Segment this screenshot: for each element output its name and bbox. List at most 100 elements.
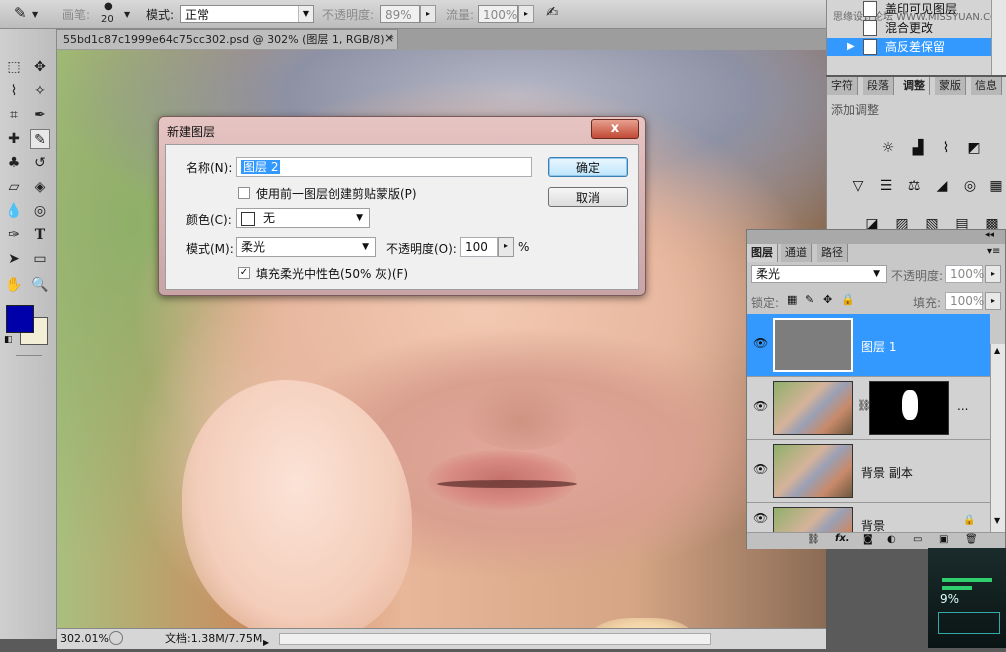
- eyedropper-icon[interactable]: ✒: [30, 105, 50, 125]
- brush-icon[interactable]: ✎: [30, 129, 50, 149]
- opacity-slider-button[interactable]: ▸: [420, 5, 436, 23]
- brightness-icon[interactable]: ☼: [879, 139, 897, 157]
- layer-name-input[interactable]: 图层 2: [236, 157, 532, 177]
- fx-button[interactable]: fx.: [835, 533, 850, 544]
- blur-icon[interactable]: 💧: [4, 201, 24, 221]
- channel-mixer-icon[interactable]: ▦: [987, 177, 1005, 195]
- airbrush-icon[interactable]: ✍: [546, 3, 559, 21]
- levels-icon[interactable]: ▟: [909, 139, 927, 157]
- move-icon[interactable]: ✥: [30, 57, 50, 77]
- eraser-icon[interactable]: ▱: [4, 177, 24, 197]
- ok-button[interactable]: 确定: [548, 157, 628, 177]
- layer-row[interactable]: 👁 背景 副本: [747, 440, 990, 503]
- hand-icon[interactable]: ✋: [4, 275, 24, 295]
- layer-opacity-slider-button[interactable]: ▸: [985, 265, 1001, 283]
- foreground-color-swatch[interactable]: [6, 305, 34, 333]
- pen-icon[interactable]: ✑: [4, 225, 24, 245]
- status-arrow-icon[interactable]: ▶: [263, 634, 269, 652]
- tool-preset-arrow-icon[interactable]: ▼: [32, 10, 38, 19]
- eye-icon[interactable]: 👁: [753, 399, 768, 413]
- opacity-field[interactable]: 89%: [380, 5, 420, 23]
- healing-brush-icon[interactable]: ✚: [4, 129, 24, 149]
- adjustment-layer-icon[interactable]: ◐: [887, 534, 896, 545]
- tab-layers[interactable]: 图层: [747, 244, 778, 262]
- brush-preview-icon[interactable]: ●: [104, 1, 113, 12]
- layer-row[interactable]: 👁 背景 🔒: [747, 503, 990, 533]
- group-folder-icon[interactable]: ▭: [913, 534, 922, 545]
- photo-filter-icon[interactable]: ◎: [961, 177, 979, 195]
- add-mask-icon[interactable]: ◙: [863, 534, 873, 545]
- dialog-close-button[interactable]: x: [591, 119, 639, 139]
- layer-row-selected[interactable]: 👁 图层 1: [747, 314, 990, 377]
- tab-paths[interactable]: 路径: [817, 244, 848, 262]
- tab-adjustments[interactable]: 调整: [899, 77, 930, 95]
- eye-icon[interactable]: 👁: [753, 336, 768, 350]
- vibrance-icon[interactable]: ▽: [849, 177, 867, 195]
- clip-mask-checkbox[interactable]: [238, 187, 250, 199]
- history-item[interactable]: 混合更改: [827, 19, 1006, 37]
- history-item-selected[interactable]: ▶ 高反差保留: [827, 38, 991, 56]
- curves-icon[interactable]: ⌇: [937, 139, 955, 157]
- tab-character[interactable]: 字符: [827, 77, 858, 95]
- type-icon[interactable]: T: [30, 225, 50, 245]
- status-menu-icon[interactable]: [109, 631, 123, 645]
- flow-slider-button[interactable]: ▸: [518, 5, 534, 23]
- layer-blend-mode-select[interactable]: 柔光 ▼: [751, 265, 887, 283]
- panel-menu-icon[interactable]: ▾≡: [987, 246, 1000, 257]
- color-select[interactable]: 无 ▼: [236, 208, 370, 228]
- exposure-icon[interactable]: ◩: [965, 139, 983, 157]
- lasso-icon[interactable]: ⌇: [4, 81, 24, 101]
- eye-icon[interactable]: 👁: [753, 462, 768, 476]
- zoom-level[interactable]: 302.01%: [60, 630, 109, 648]
- horizontal-scrollbar[interactable]: [279, 633, 711, 645]
- layer-opacity-field[interactable]: 100%: [945, 265, 984, 283]
- tab-info[interactable]: 信息: [971, 77, 1002, 95]
- crop-icon[interactable]: ⌗: [4, 105, 24, 125]
- zoom-icon[interactable]: 🔍: [30, 275, 50, 295]
- layer-mask-thumbnail[interactable]: [869, 381, 949, 435]
- fill-field[interactable]: 100%: [945, 292, 984, 310]
- shape-icon[interactable]: ▭: [30, 249, 50, 269]
- eye-icon[interactable]: 👁: [753, 511, 768, 525]
- opacity-slider-button[interactable]: ▸: [498, 237, 514, 257]
- layer-row[interactable]: 👁 ⛓ ...: [747, 377, 990, 440]
- history-brush-icon[interactable]: ↺: [30, 153, 50, 173]
- scroll-up-icon[interactable]: ▲: [994, 346, 1000, 355]
- history-item[interactable]: 盖印可见图层: [827, 0, 1006, 18]
- new-layer-icon[interactable]: ▣: [939, 534, 948, 545]
- lock-all-icon[interactable]: 🔒: [841, 293, 855, 306]
- fill-neutral-checkbox[interactable]: ✓: [238, 267, 250, 279]
- color-balance-icon[interactable]: ⚖: [905, 177, 923, 195]
- tab-masks[interactable]: 蒙版: [935, 77, 966, 95]
- path-selection-icon[interactable]: ➤: [4, 249, 24, 269]
- fill-slider-button[interactable]: ▸: [985, 292, 1001, 310]
- blend-mode-select[interactable]: 柔光 ▼: [236, 237, 376, 257]
- dodge-icon[interactable]: ◎: [30, 201, 50, 221]
- cancel-button[interactable]: 取消: [548, 187, 628, 207]
- lock-position-icon[interactable]: ✥: [823, 293, 832, 306]
- opacity-input[interactable]: 100: [460, 237, 498, 257]
- black-white-icon[interactable]: ◢: [933, 177, 951, 195]
- layers-panel-header[interactable]: ◂◂: [747, 230, 1005, 244]
- panel-collapse-icon[interactable]: ◂◂: [985, 230, 994, 240]
- brush-tool-icon[interactable]: ✎: [14, 4, 27, 22]
- marquee-icon[interactable]: ⬚: [4, 57, 24, 77]
- magic-wand-icon[interactable]: ✧: [30, 81, 50, 101]
- document-close-icon[interactable]: ×: [384, 31, 394, 45]
- document-tab[interactable]: 55bd1c87c1999e64c75cc302.psd @ 302% (图层 …: [56, 29, 398, 49]
- tab-channels[interactable]: 通道: [781, 244, 812, 262]
- link-layers-icon[interactable]: ⛓: [807, 534, 820, 545]
- trash-icon[interactable]: 🗑: [965, 534, 978, 545]
- flow-field[interactable]: 100%: [478, 5, 518, 23]
- mode-select[interactable]: 正常 ▼: [180, 5, 314, 23]
- lock-transparency-icon[interactable]: ▦: [787, 293, 797, 306]
- brush-picker-arrow-icon[interactable]: ▼: [124, 10, 130, 19]
- layers-scrollbar[interactable]: ▲ ▼: [990, 344, 1005, 532]
- scroll-down-icon[interactable]: ▼: [994, 516, 1000, 525]
- history-scrollbar[interactable]: [991, 0, 1006, 75]
- default-colors-icon[interactable]: ◧: [4, 335, 14, 345]
- clone-stamp-icon[interactable]: ♣: [4, 153, 24, 173]
- tab-paragraph[interactable]: 段落: [863, 77, 894, 95]
- lock-pixels-icon[interactable]: ✎: [805, 293, 814, 306]
- paint-bucket-icon[interactable]: ◈: [30, 177, 50, 197]
